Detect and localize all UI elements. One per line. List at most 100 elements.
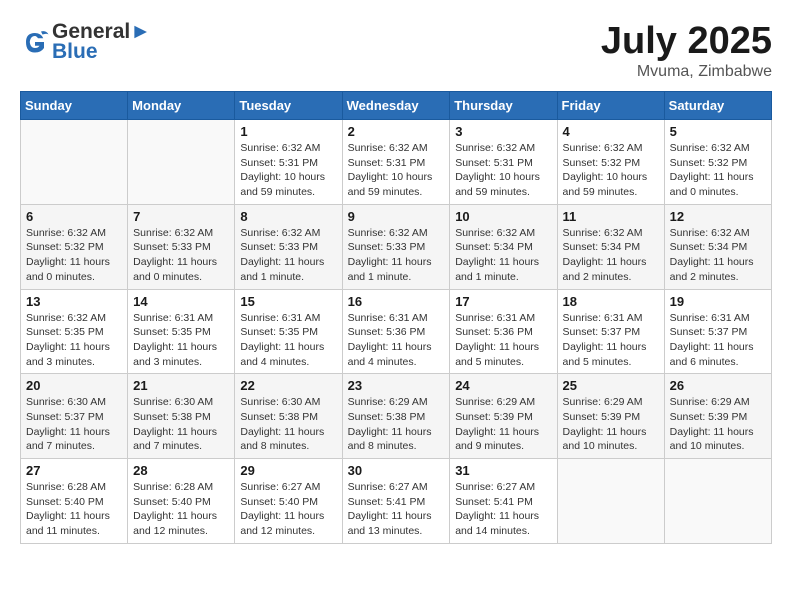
day-info: Sunrise: 6:32 AM Sunset: 5:35 PM Dayligh…	[26, 311, 122, 370]
calendar-cell	[128, 120, 235, 205]
calendar-week-row: 13 Sunrise: 6:32 AM Sunset: 5:35 PM Dayli…	[21, 289, 772, 374]
day-number: 9	[348, 209, 445, 224]
calendar-cell	[664, 459, 771, 544]
day-info: Sunrise: 6:27 AM Sunset: 5:40 PM Dayligh…	[240, 480, 336, 539]
calendar-cell: 26 Sunrise: 6:29 AM Sunset: 5:39 PM Dayli…	[664, 374, 771, 459]
day-info: Sunrise: 6:31 AM Sunset: 5:35 PM Dayligh…	[133, 311, 229, 370]
weekday-header-saturday: Saturday	[664, 92, 771, 120]
weekday-header-monday: Monday	[128, 92, 235, 120]
calendar-cell: 30 Sunrise: 6:27 AM Sunset: 5:41 PM Dayli…	[342, 459, 450, 544]
day-number: 31	[455, 463, 551, 478]
calendar-cell: 14 Sunrise: 6:31 AM Sunset: 5:35 PM Dayli…	[128, 289, 235, 374]
day-info: Sunrise: 6:29 AM Sunset: 5:39 PM Dayligh…	[455, 395, 551, 454]
day-info: Sunrise: 6:32 AM Sunset: 5:32 PM Dayligh…	[563, 141, 659, 200]
calendar-cell: 18 Sunrise: 6:31 AM Sunset: 5:37 PM Dayli…	[557, 289, 664, 374]
calendar-cell: 20 Sunrise: 6:30 AM Sunset: 5:37 PM Dayli…	[21, 374, 128, 459]
day-number: 16	[348, 294, 445, 309]
day-info: Sunrise: 6:31 AM Sunset: 5:37 PM Dayligh…	[670, 311, 766, 370]
day-number: 11	[563, 209, 659, 224]
calendar-week-row: 6Sunrise: 6:32 AM Sunset: 5:32 PM Daylig…	[21, 204, 772, 289]
day-number: 21	[133, 378, 229, 393]
day-number: 12	[670, 209, 766, 224]
calendar-cell: 12 Sunrise: 6:32 AM Sunset: 5:34 PM Dayli…	[664, 204, 771, 289]
day-info: Sunrise: 6:29 AM Sunset: 5:38 PM Dayligh…	[348, 395, 445, 454]
day-number: 3	[455, 124, 551, 139]
day-info: Sunrise: 6:32 AM Sunset: 5:33 PM Dayligh…	[133, 226, 229, 285]
calendar-cell	[557, 459, 664, 544]
calendar-cell: 5Sunrise: 6:32 AM Sunset: 5:32 PM Daylig…	[664, 120, 771, 205]
calendar-week-row: 27 Sunrise: 6:28 AM Sunset: 5:40 PM Dayli…	[21, 459, 772, 544]
day-info: Sunrise: 6:32 AM Sunset: 5:32 PM Dayligh…	[26, 226, 122, 285]
page-header: General► Blue July 2025 Mvuma, Zimbabwe	[20, 20, 772, 81]
logo: General► Blue	[20, 20, 151, 64]
day-number: 30	[348, 463, 445, 478]
calendar-week-row: 1Sunrise: 6:32 AM Sunset: 5:31 PM Daylig…	[21, 120, 772, 205]
day-number: 24	[455, 378, 551, 393]
calendar-cell: 7 Sunrise: 6:32 AM Sunset: 5:33 PM Daylig…	[128, 204, 235, 289]
calendar-cell: 23 Sunrise: 6:29 AM Sunset: 5:38 PM Dayli…	[342, 374, 450, 459]
day-number: 23	[348, 378, 445, 393]
weekday-header-sunday: Sunday	[21, 92, 128, 120]
calendar-cell: 28 Sunrise: 6:28 AM Sunset: 5:40 PM Dayli…	[128, 459, 235, 544]
calendar-cell: 27 Sunrise: 6:28 AM Sunset: 5:40 PM Dayli…	[21, 459, 128, 544]
calendar-cell: 15 Sunrise: 6:31 AM Sunset: 5:35 PM Dayli…	[235, 289, 342, 374]
calendar-cell: 21 Sunrise: 6:30 AM Sunset: 5:38 PM Dayli…	[128, 374, 235, 459]
day-info: Sunrise: 6:30 AM Sunset: 5:38 PM Dayligh…	[240, 395, 336, 454]
day-info: Sunrise: 6:32 AM Sunset: 5:31 PM Dayligh…	[240, 141, 336, 200]
calendar-cell: 13 Sunrise: 6:32 AM Sunset: 5:35 PM Dayli…	[21, 289, 128, 374]
day-info: Sunrise: 6:31 AM Sunset: 5:36 PM Dayligh…	[455, 311, 551, 370]
day-number: 20	[26, 378, 122, 393]
day-info: Sunrise: 6:28 AM Sunset: 5:40 PM Dayligh…	[26, 480, 122, 539]
day-number: 19	[670, 294, 766, 309]
calendar-cell: 3 Sunrise: 6:32 AM Sunset: 5:31 PM Daylig…	[450, 120, 557, 205]
day-number: 26	[670, 378, 766, 393]
calendar-week-row: 20 Sunrise: 6:30 AM Sunset: 5:37 PM Dayli…	[21, 374, 772, 459]
calendar-cell: 9Sunrise: 6:32 AM Sunset: 5:33 PM Daylig…	[342, 204, 450, 289]
day-info: Sunrise: 6:31 AM Sunset: 5:35 PM Dayligh…	[240, 311, 336, 370]
day-info: Sunrise: 6:32 AM Sunset: 5:34 PM Dayligh…	[563, 226, 659, 285]
day-number: 13	[26, 294, 122, 309]
calendar-cell: 6Sunrise: 6:32 AM Sunset: 5:32 PM Daylig…	[21, 204, 128, 289]
day-info: Sunrise: 6:32 AM Sunset: 5:31 PM Dayligh…	[455, 141, 551, 200]
day-info: Sunrise: 6:32 AM Sunset: 5:33 PM Dayligh…	[240, 226, 336, 285]
calendar-cell: 29 Sunrise: 6:27 AM Sunset: 5:40 PM Dayli…	[235, 459, 342, 544]
day-info: Sunrise: 6:28 AM Sunset: 5:40 PM Dayligh…	[133, 480, 229, 539]
day-info: Sunrise: 6:27 AM Sunset: 5:41 PM Dayligh…	[348, 480, 445, 539]
calendar-cell: 8 Sunrise: 6:32 AM Sunset: 5:33 PM Daylig…	[235, 204, 342, 289]
day-number: 7	[133, 209, 229, 224]
calendar-cell: 4Sunrise: 6:32 AM Sunset: 5:32 PM Daylig…	[557, 120, 664, 205]
day-number: 2	[348, 124, 445, 139]
calendar-cell: 25Sunrise: 6:29 AM Sunset: 5:39 PM Dayli…	[557, 374, 664, 459]
location: Mvuma, Zimbabwe	[601, 63, 772, 81]
calendar-cell: 1Sunrise: 6:32 AM Sunset: 5:31 PM Daylig…	[235, 120, 342, 205]
day-info: Sunrise: 6:30 AM Sunset: 5:38 PM Dayligh…	[133, 395, 229, 454]
day-number: 29	[240, 463, 336, 478]
day-number: 5	[670, 124, 766, 139]
day-number: 15	[240, 294, 336, 309]
calendar-cell: 11 Sunrise: 6:32 AM Sunset: 5:34 PM Dayli…	[557, 204, 664, 289]
calendar-cell: 31 Sunrise: 6:27 AM Sunset: 5:41 PM Dayli…	[450, 459, 557, 544]
calendar-header-row: SundayMondayTuesdayWednesdayThursdayFrid…	[21, 92, 772, 120]
day-number: 14	[133, 294, 229, 309]
day-number: 18	[563, 294, 659, 309]
day-number: 8	[240, 209, 336, 224]
day-info: Sunrise: 6:29 AM Sunset: 5:39 PM Dayligh…	[670, 395, 766, 454]
day-number: 27	[26, 463, 122, 478]
calendar-cell: 17Sunrise: 6:31 AM Sunset: 5:36 PM Dayli…	[450, 289, 557, 374]
calendar-table: SundayMondayTuesdayWednesdayThursdayFrid…	[20, 91, 772, 544]
day-number: 25	[563, 378, 659, 393]
weekday-header-thursday: Thursday	[450, 92, 557, 120]
calendar-body: 1Sunrise: 6:32 AM Sunset: 5:31 PM Daylig…	[21, 120, 772, 544]
day-info: Sunrise: 6:32 AM Sunset: 5:34 PM Dayligh…	[455, 226, 551, 285]
calendar-cell: 16Sunrise: 6:31 AM Sunset: 5:36 PM Dayli…	[342, 289, 450, 374]
day-number: 28	[133, 463, 229, 478]
calendar-cell: 19 Sunrise: 6:31 AM Sunset: 5:37 PM Dayli…	[664, 289, 771, 374]
calendar-cell: 24 Sunrise: 6:29 AM Sunset: 5:39 PM Dayli…	[450, 374, 557, 459]
calendar-cell: 22 Sunrise: 6:30 AM Sunset: 5:38 PM Dayli…	[235, 374, 342, 459]
day-info: Sunrise: 6:32 AM Sunset: 5:34 PM Dayligh…	[670, 226, 766, 285]
day-info: Sunrise: 6:30 AM Sunset: 5:37 PM Dayligh…	[26, 395, 122, 454]
day-number: 10	[455, 209, 551, 224]
day-info: Sunrise: 6:31 AM Sunset: 5:37 PM Dayligh…	[563, 311, 659, 370]
day-info: Sunrise: 6:27 AM Sunset: 5:41 PM Dayligh…	[455, 480, 551, 539]
day-number: 22	[240, 378, 336, 393]
